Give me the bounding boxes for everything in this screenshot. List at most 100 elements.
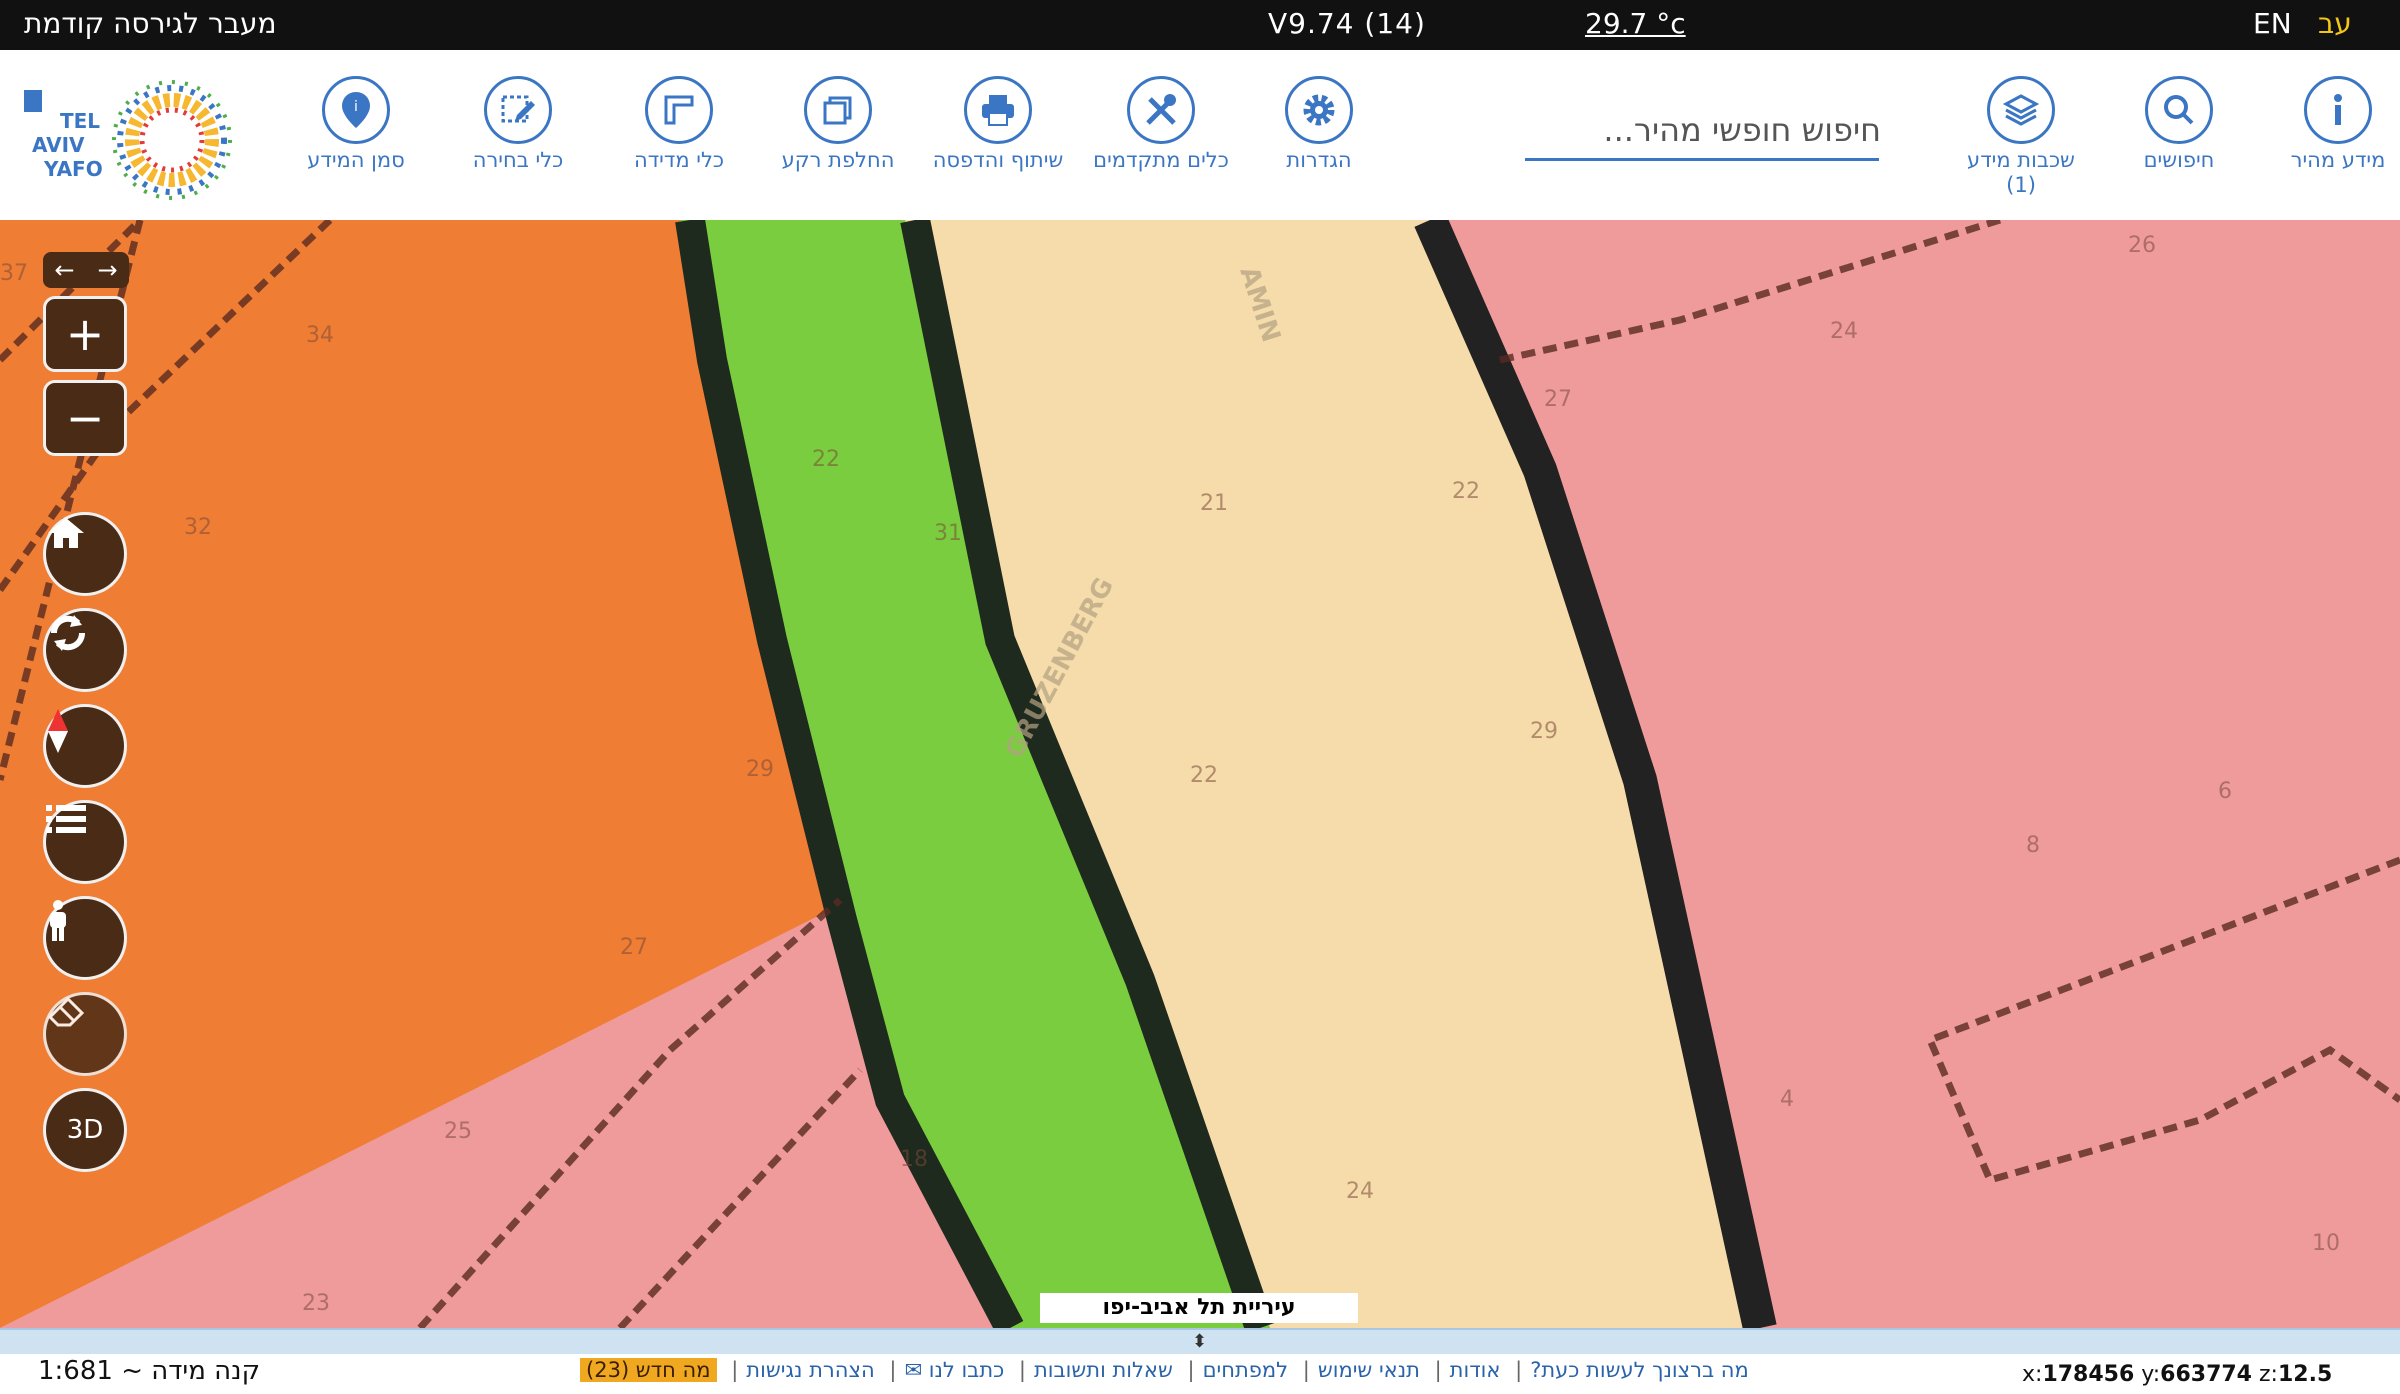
searches-label: חיפושים <box>2143 148 2215 172</box>
lang-en-button[interactable]: EN <box>2253 6 2292 42</box>
parcel-number: 32 <box>184 515 212 540</box>
advanced-tools[interactable]: כלים מתקדמים <box>1086 76 1236 173</box>
map-view[interactable]: 37 34 32 29 27 25 23 22 31 22 24 18 26 2… <box>0 220 2400 1328</box>
top-bar: מעבר לגירסה קודמת V9.74 (14) 29.7 °c EN … <box>0 0 2400 50</box>
parcel-number: 29 <box>746 757 774 782</box>
lang-he-button[interactable]: עב <box>2318 6 2352 42</box>
parcel-number: 23 <box>302 1291 330 1316</box>
share-print-label: שיתוף והדפסה <box>932 148 1064 172</box>
gear-icon <box>1285 76 1353 144</box>
north-button[interactable] <box>43 704 127 788</box>
x-label: x: <box>2022 1362 2043 1387</box>
measure-tool[interactable]: כלי מדידה <box>604 76 754 173</box>
parcel-number: 27 <box>1544 387 1572 412</box>
coordinates-readout: x:178456 y:663774 z:12.5 <box>2022 1362 2332 1387</box>
footer-link-contact[interactable]: כתבו לנו ✉ <box>904 1358 1004 1382</box>
status-bar: ⬍ קנה מידה ~ 1:681 מה ברצונך לעשות כעת?|… <box>0 1328 2400 1394</box>
parcel-number: 31 <box>934 521 962 546</box>
z-value: 12.5 <box>2277 1362 2333 1387</box>
info-marker-icon: i <box>322 76 390 144</box>
parcel-number: 37 <box>0 261 28 286</box>
parcel-number: 29 <box>1530 719 1558 744</box>
quick-search <box>1525 100 1883 161</box>
eraser-button[interactable] <box>43 992 127 1076</box>
back-arrow-icon[interactable]: ← <box>43 252 86 288</box>
history-nav: ← → <box>43 252 129 288</box>
compass-icon <box>48 709 68 753</box>
searches-tool[interactable]: חיפושים <box>2104 76 2254 173</box>
tools-icon <box>1127 76 1195 144</box>
city-attribution-label: עיריית תל אביב-יפו <box>1040 1293 1358 1323</box>
parcel-number: 6 <box>2218 779 2232 804</box>
refresh-icon <box>50 615 86 651</box>
parcel-number: 24 <box>1830 319 1858 344</box>
x-value: 178456 <box>2042 1362 2135 1387</box>
settings-tool[interactable]: הגדרות <box>1244 76 1394 173</box>
layers-icon <box>1987 76 2055 144</box>
svg-text:YAFO: YAFO <box>43 157 103 181</box>
home-icon <box>48 518 84 548</box>
search-icon <box>2145 76 2213 144</box>
settings-label: הגדרות <box>1286 148 1352 172</box>
measure-tool-icon <box>645 76 713 144</box>
z-label: z: <box>2259 1362 2278 1387</box>
whats-new-badge[interactable]: מה חדש (23) <box>580 1358 717 1382</box>
eraser-icon <box>47 996 85 1027</box>
info-layers-tool[interactable]: שכבות מידע (1) <box>1946 76 2096 198</box>
map-canvas[interactable]: 37 34 32 29 27 25 23 22 31 22 24 18 26 2… <box>0 220 2400 1328</box>
city-emblem-icon <box>24 90 42 112</box>
basemap-swap-tool[interactable]: החלפת רקע <box>763 76 913 173</box>
footer-link-terms[interactable]: תנאי שימוש <box>1318 1358 1420 1382</box>
street-view-button[interactable] <box>43 896 127 980</box>
zoom-out-button[interactable]: − <box>43 380 127 456</box>
select-tool[interactable]: כלי בחירה <box>443 76 593 173</box>
main-toolbar: TEL AVIV YAFO i סמן המידע כלי בחירה כלי … <box>0 50 2400 220</box>
measure-tool-label: כלי מדידה <box>633 148 725 172</box>
footer-link-about[interactable]: אודות <box>1450 1358 1501 1382</box>
select-tool-label: כלי בחירה <box>472 148 564 172</box>
plus-icon: + <box>65 307 105 361</box>
parcel-number: 26 <box>2128 233 2156 258</box>
home-button[interactable] <box>43 512 127 596</box>
3d-label: 3D <box>66 1115 104 1145</box>
refresh-button[interactable] <box>43 608 127 692</box>
layers-swap-icon <box>804 76 872 144</box>
legend-button[interactable] <box>43 800 127 884</box>
y-value: 663774 <box>2160 1362 2252 1387</box>
parcel-number: 22 <box>1190 763 1218 788</box>
parcel-number: 25 <box>444 1119 472 1144</box>
pegman-icon <box>50 900 66 941</box>
expand-collapse-icon[interactable]: ⬍ <box>1192 1332 1207 1352</box>
previous-version-link[interactable]: מעבר לגירסה קודמת <box>24 6 277 42</box>
forward-arrow-icon[interactable]: → <box>86 252 129 288</box>
footer-link-developers[interactable]: למפתחים <box>1203 1358 1288 1382</box>
info-layers-label: שכבות מידע <box>1967 148 2075 172</box>
minus-icon: − <box>65 391 105 445</box>
info-marker-tool[interactable]: i סמן המידע <box>281 76 431 173</box>
tel-aviv-yafo-logo[interactable]: TEL AVIV YAFO <box>22 80 252 200</box>
parcel-number: 34 <box>306 323 334 348</box>
parcel-number: 22 <box>1452 479 1480 504</box>
info-layers-badge: (1) <box>2006 173 2036 197</box>
version-label: V9.74 (14) <box>1268 7 1426 40</box>
quick-info-tool[interactable]: מידע מהיר <box>2263 76 2400 173</box>
parcel-number: 21 <box>1200 491 1228 516</box>
search-input[interactable] <box>1525 100 1883 160</box>
info-icon <box>2304 76 2372 144</box>
footer-link-faq[interactable]: שאלות ותשובות <box>1034 1358 1173 1382</box>
info-marker-label: סמן המידע <box>307 148 405 172</box>
weather-link[interactable]: 29.7 °c <box>1585 6 1686 42</box>
print-icon <box>964 76 1032 144</box>
quick-info-label: מידע מהיר <box>2290 148 2386 172</box>
parcel-number: 27 <box>620 935 648 960</box>
share-print-tool[interactable]: שיתוף והדפסה <box>923 76 1073 173</box>
basemap-swap-label: החלפת רקע <box>781 148 895 172</box>
collapse-strip[interactable]: ⬍ <box>0 1328 2400 1354</box>
footer-link-what-to-do[interactable]: מה ברצונך לעשות כעת? <box>1530 1358 1749 1382</box>
list-icon <box>46 805 86 833</box>
parcel-number: 4 <box>1780 1087 1794 1112</box>
footer-link-accessibility[interactable]: הצהרת נגישות <box>746 1358 874 1382</box>
3d-button[interactable]: 3D <box>43 1088 127 1172</box>
zoom-in-button[interactable]: + <box>43 296 127 372</box>
y-label: y: <box>2141 1362 2161 1387</box>
